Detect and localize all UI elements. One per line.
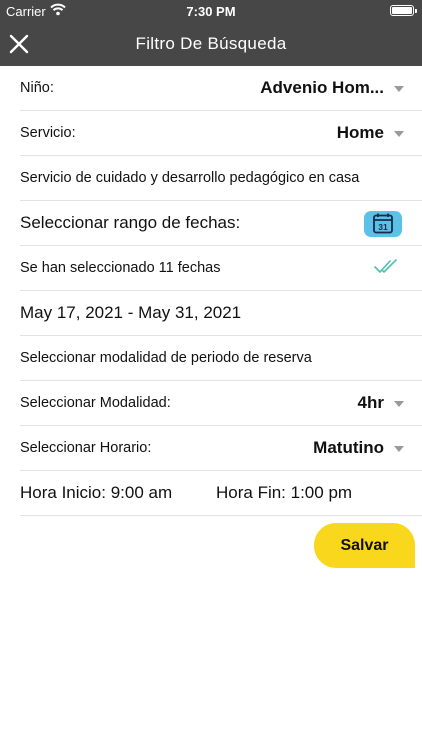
chevron-down-icon — [394, 86, 404, 92]
child-label: Niño: — [20, 80, 54, 96]
end-time: Hora Fin: 1:00 pm — [216, 483, 353, 502]
hours-row: Hora Inicio: 9:00 am Hora Fin: 1:00 pm — [20, 471, 422, 516]
service-description-row: Servicio de cuidado y desarrollo pedagóg… — [20, 156, 422, 201]
chevron-down-icon — [394, 401, 404, 407]
schedule-label: Seleccionar Horario: — [20, 440, 152, 456]
double-check-icon — [374, 259, 397, 273]
selected-dates-row: Se han seleccionado 11 fechas — [20, 246, 422, 291]
save-button[interactable]: Salvar — [314, 523, 415, 568]
modality-title: Seleccionar modalidad de periodo de rese… — [20, 350, 312, 366]
service-description: Servicio de cuidado y desarrollo pedagóg… — [20, 170, 360, 186]
modality-selector[interactable]: Seleccionar Modalidad: 4hr — [20, 381, 422, 426]
chevron-down-icon — [394, 446, 404, 452]
filter-form: Niño: Advenio Hom... Servicio: Home Serv… — [0, 66, 422, 516]
date-range-label: Seleccionar rango de fechas: — [20, 213, 241, 232]
date-range-text-row: May 17, 2021 - May 31, 2021 — [20, 291, 422, 336]
service-label: Servicio: — [20, 125, 76, 141]
page-title: Filtro De Búsqueda — [135, 34, 287, 53]
calendar-icon: 31 — [373, 213, 393, 234]
start-time: Hora Inicio: 9:00 am — [20, 483, 173, 502]
schedule-selector[interactable]: Seleccionar Horario: Matutino — [20, 426, 422, 471]
date-range-text: May 17, 2021 - May 31, 2021 — [20, 303, 242, 322]
schedule-value[interactable]: Matutino — [313, 438, 384, 458]
chevron-down-icon — [394, 131, 404, 137]
modality-label: Seleccionar Modalidad: — [20, 395, 171, 411]
date-range-row: Seleccionar rango de fechas: 31 — [20, 201, 422, 246]
service-selector[interactable]: Servicio: Home — [20, 111, 422, 156]
modality-value[interactable]: 4hr — [358, 393, 384, 413]
modality-title-row: Seleccionar modalidad de periodo de rese… — [20, 336, 422, 381]
calendar-day: 31 — [378, 222, 388, 232]
service-value[interactable]: Home — [337, 123, 384, 143]
calendar-button[interactable]: 31 — [364, 211, 402, 237]
selected-dates-text: Se han seleccionado 11 fechas — [20, 260, 221, 276]
status-time: 7:30 PM — [186, 4, 236, 19]
child-selector[interactable]: Niño: Advenio Hom... — [20, 66, 422, 111]
status-bar: Carrier 7:30 PM — [0, 0, 422, 22]
nav-bar: Filtro De Búsqueda — [0, 22, 422, 66]
child-value[interactable]: Advenio Hom... — [260, 78, 384, 98]
battery-icon — [390, 5, 417, 16]
